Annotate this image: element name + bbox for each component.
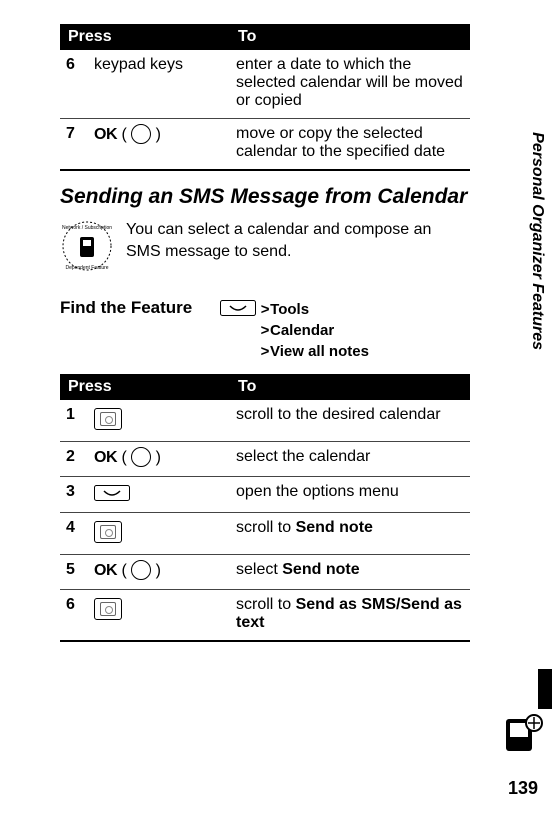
- nav-pad-icon: [94, 408, 122, 430]
- path-item: Tools: [270, 301, 309, 318]
- pda-icon: [500, 713, 544, 757]
- press-cell: [88, 512, 230, 554]
- press-cell: keypad keys: [88, 50, 230, 119]
- network-feature-icon: Network / Subscription Dependent Feature: [60, 219, 114, 280]
- table2-head-press: Press: [60, 374, 230, 400]
- to-cell: scroll to the desired calendar: [230, 400, 470, 442]
- step-number: 4: [60, 512, 88, 554]
- ok-label: OK: [94, 449, 117, 466]
- thumb-tab: [538, 669, 552, 709]
- step-number: 6: [60, 589, 88, 641]
- menu-key-icon: [94, 485, 130, 501]
- step-number: 3: [60, 476, 88, 512]
- intro-block: Network / Subscription Dependent Feature…: [60, 219, 470, 280]
- to-prefix: scroll to: [236, 519, 296, 536]
- ok-label: OK: [94, 562, 117, 579]
- press-cell: [88, 476, 230, 512]
- ok-label: OK: [94, 126, 117, 143]
- to-cell: scroll to Send as SMS/Send as text: [230, 589, 470, 641]
- ok-circle-icon: [131, 124, 151, 144]
- table1-head-press: Press: [60, 24, 230, 50]
- side-section-label: Personal Organizer Features: [528, 132, 546, 350]
- steps-table-1: Press To 6 keypad keys enter a date to w…: [60, 24, 470, 171]
- section-heading: Sending an SMS Message from Calendar: [60, 185, 470, 209]
- to-cell: move or copy the selected calendar to th…: [230, 119, 470, 171]
- to-bold: Send note: [296, 519, 373, 536]
- to-bold: Send note: [282, 561, 359, 578]
- press-cell: [88, 400, 230, 442]
- menu-key-icon: [220, 300, 256, 316]
- press-cell: [88, 589, 230, 641]
- svg-text:Dependent Feature: Dependent Feature: [65, 265, 108, 271]
- step-number: 6: [60, 50, 88, 119]
- steps-table-2: Press To 1 scroll to the desired calenda…: [60, 374, 470, 642]
- nav-pad-icon: [94, 521, 122, 543]
- to-cell: scroll to Send note: [230, 512, 470, 554]
- step-number: 7: [60, 119, 88, 171]
- to-cell: enter a date to which the selected calen…: [230, 50, 470, 119]
- svg-text:Network / Subscription: Network / Subscription: [62, 225, 112, 231]
- press-cell: OK ( ): [88, 441, 230, 476]
- find-feature-label: Find the Feature: [60, 298, 220, 362]
- path-item: View all notes: [270, 343, 369, 360]
- press-cell: OK ( ): [88, 554, 230, 589]
- find-feature-path: >Tools >Calendar >View all notes: [220, 298, 369, 362]
- ok-circle-icon: [131, 447, 151, 467]
- to-cell: open the options menu: [230, 476, 470, 512]
- ok-circle-icon: [131, 560, 151, 580]
- step-number: 2: [60, 441, 88, 476]
- intro-text: You can select a calendar and compose an…: [126, 219, 470, 280]
- to-cell: select Send note: [230, 554, 470, 589]
- to-prefix: scroll to: [236, 596, 296, 613]
- find-feature-block: Find the Feature >Tools >Calendar >View …: [60, 298, 470, 362]
- step-number: 1: [60, 400, 88, 442]
- to-prefix: select: [236, 561, 282, 578]
- page-number: 139: [508, 778, 538, 799]
- path-item: Calendar: [270, 322, 334, 339]
- press-cell: OK ( ): [88, 119, 230, 171]
- step-number: 5: [60, 554, 88, 589]
- table2-head-to: To: [230, 374, 470, 400]
- table1-head-to: To: [230, 24, 470, 50]
- nav-pad-icon: [94, 598, 122, 620]
- to-cell: select the calendar: [230, 441, 470, 476]
